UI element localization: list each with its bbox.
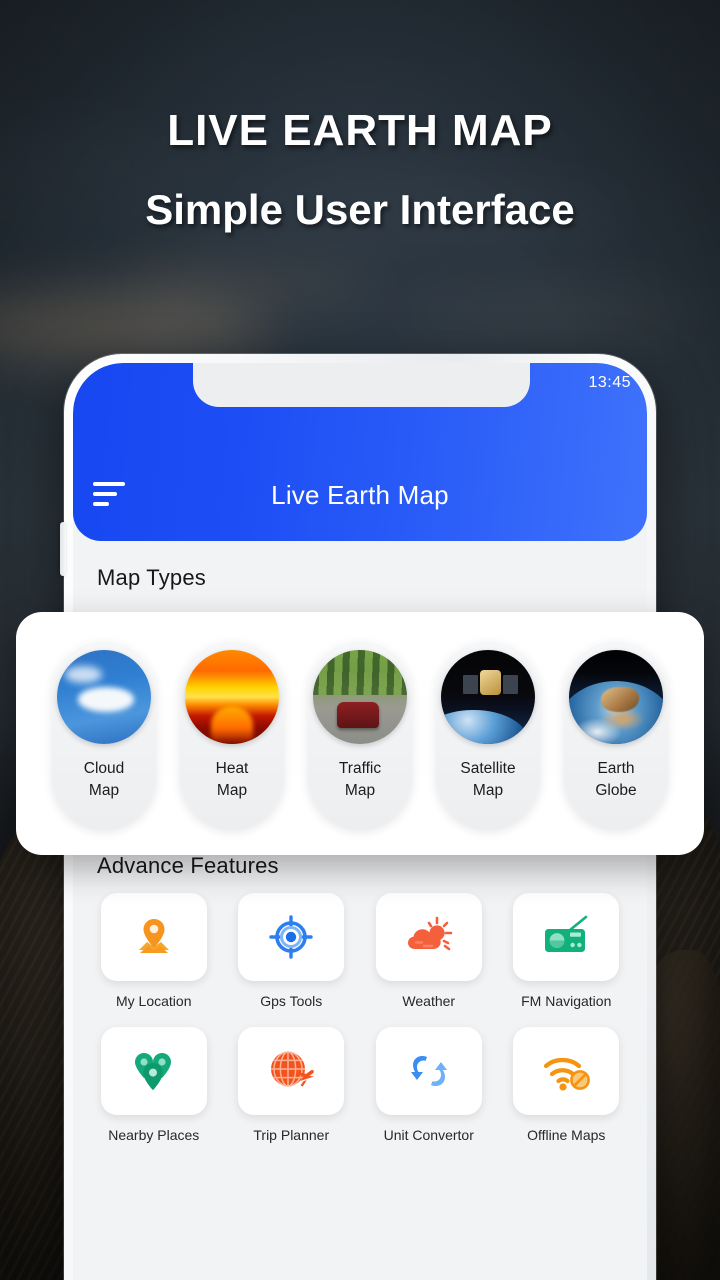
map-type-label: Cloud Map (84, 758, 125, 802)
feature-label: Trip Planner (253, 1127, 330, 1143)
map-type-label-line2: Map (344, 781, 376, 799)
feature-label: My Location (116, 993, 192, 1009)
headline-line-1: LIVE EARTH MAP (167, 106, 553, 155)
feature-label: Weather (402, 993, 456, 1009)
map-type-label-line1: Heat (215, 759, 249, 777)
app-title: Live Earth Map (271, 480, 449, 510)
feature-label: Unit Convertor (383, 1127, 474, 1143)
feature-tile[interactable] (513, 1027, 620, 1115)
app-bar: 13:45 Live Earth Map (73, 363, 647, 541)
feature-label: Offline Maps (527, 1127, 606, 1143)
feature-label: Gps Tools (260, 993, 323, 1009)
map-type-label-line1: Traffic (338, 759, 382, 777)
radio-icon (545, 915, 588, 952)
gps-target-icon (269, 915, 313, 959)
feature-label: Nearby Places (108, 1127, 200, 1143)
map-type-label: Heat Map (216, 758, 249, 802)
swap-arrows-icon (410, 1055, 447, 1087)
cloud-map-thumbnail (57, 649, 151, 744)
map-type-label-line2: Map (216, 781, 248, 799)
feature-unit-convertor[interactable]: Unit Convertor (364, 1027, 494, 1143)
feature-tile[interactable] (100, 893, 207, 981)
advance-features-grid: My Location Gps Tools Weather FM Navigat… (73, 879, 647, 1143)
multi-pin-icon (134, 1053, 171, 1091)
map-type-earth-globe[interactable]: Earth Globe (564, 639, 668, 828)
feature-gps-tools[interactable]: Gps Tools (227, 893, 357, 1009)
map-types-card: Cloud Map Heat Map Traffic Map Satellite… (16, 612, 704, 855)
map-type-label-line1: Satellite (460, 759, 516, 777)
feature-label: FM Navigation (521, 993, 612, 1009)
promo-headline: LIVE EARTH MAP Simple User Interface (0, 106, 720, 234)
feature-offline-maps[interactable]: Offline Maps (502, 1027, 632, 1143)
map-types-heading: Map Types (97, 565, 207, 590)
map-type-traffic-map[interactable]: Traffic Map (308, 639, 412, 828)
phone-side-button[interactable] (60, 522, 66, 576)
map-type-label: Traffic Map (339, 758, 381, 802)
cloud-sun-icon (407, 916, 453, 951)
feature-nearby-places[interactable]: Nearby Places (89, 1027, 219, 1143)
heat-map-thumbnail (185, 649, 279, 744)
globe-airplane-icon (271, 1051, 315, 1087)
feature-tile[interactable] (375, 893, 482, 981)
feature-tile[interactable] (100, 1027, 207, 1115)
map-type-cloud-map[interactable]: Cloud Map (52, 639, 156, 828)
feature-tile[interactable] (238, 893, 345, 981)
map-type-label-line1: Earth (597, 759, 635, 777)
traffic-map-thumbnail (313, 649, 407, 744)
map-type-label-line2: Map (472, 781, 504, 799)
map-type-heat-map[interactable]: Heat Map (180, 639, 284, 828)
headline-line-2: Simple User Interface (145, 186, 575, 234)
feature-tile[interactable] (513, 893, 620, 981)
feature-my-location[interactable]: My Location (89, 893, 219, 1009)
earth-globe-thumbnail (569, 649, 663, 744)
wifi-off-icon (544, 1057, 591, 1091)
satellite-map-thumbnail (441, 649, 535, 744)
feature-weather[interactable]: Weather (364, 893, 494, 1009)
map-type-label-line2: Map (88, 781, 120, 799)
appbar-notch-cutout (193, 363, 530, 407)
feature-fm-navigation[interactable]: FM Navigation (502, 893, 632, 1009)
map-type-label: Satellite Map (460, 758, 515, 802)
feature-trip-planner[interactable]: Trip Planner (227, 1027, 357, 1143)
map-type-label-line2: Globe (595, 781, 637, 799)
status-bar-time: 13:45 (588, 374, 631, 391)
map-type-satellite-map[interactable]: Satellite Map (436, 639, 540, 828)
map-pin-icon (138, 919, 169, 953)
feature-tile[interactable] (238, 1027, 345, 1115)
map-type-label-line1: Cloud (83, 759, 125, 777)
feature-tile[interactable] (375, 1027, 482, 1115)
map-type-label: Earth Globe (595, 758, 636, 802)
